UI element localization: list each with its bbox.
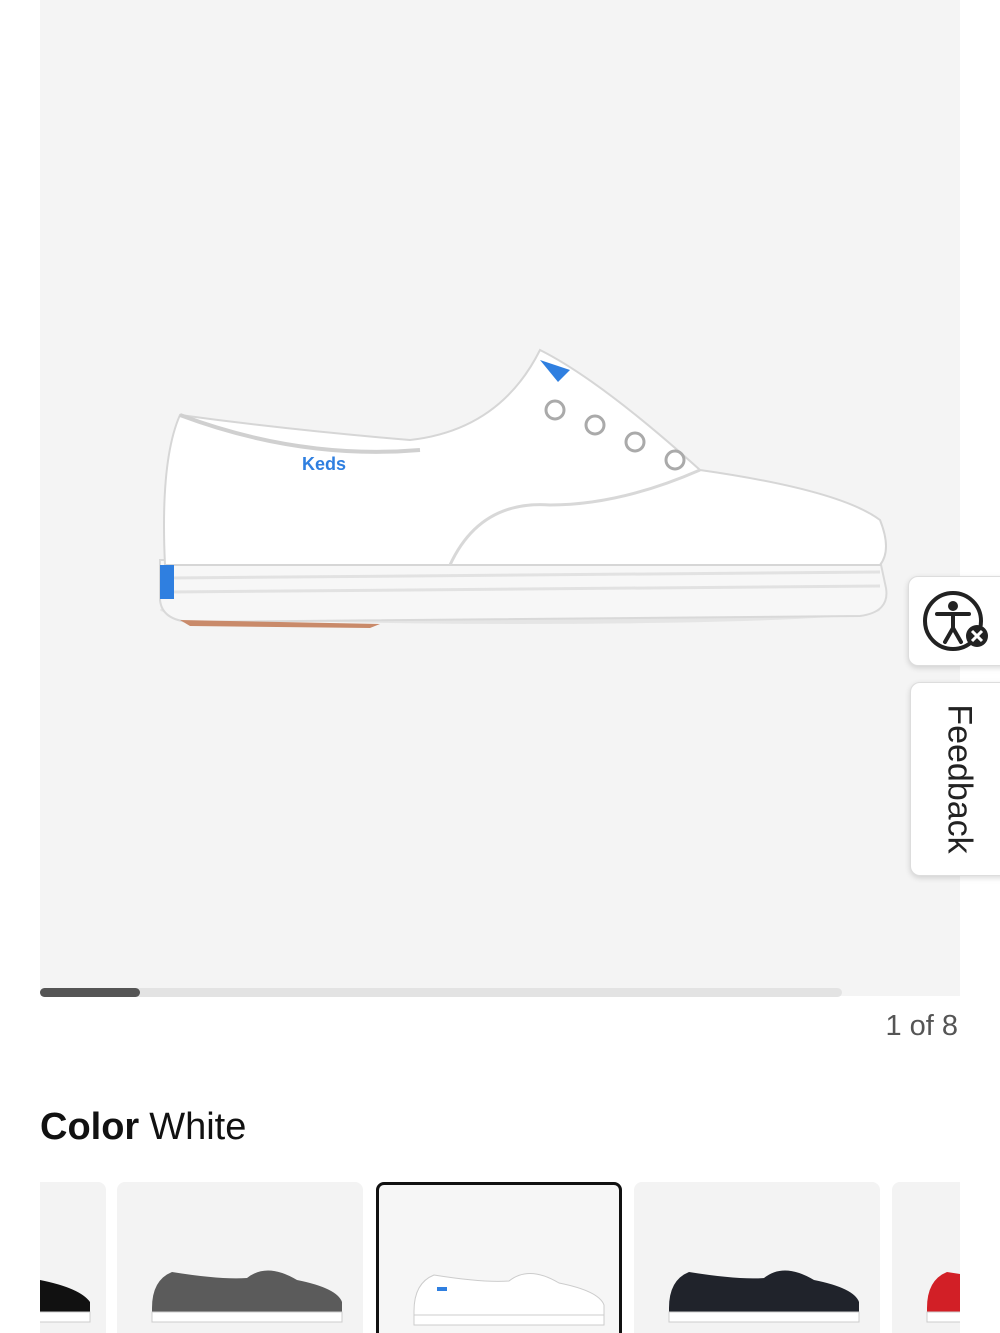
gallery-progress-bar [40,988,842,997]
feedback-label: Feedback [940,704,979,854]
swatch-shoe-gray [151,1270,343,1323]
gallery-progress-fill [40,988,141,997]
color-label: Color White [40,1106,246,1149]
swatch-shoe-white [413,1273,605,1326]
swatch-shoe-red [926,1272,960,1323]
swatch-shoe-black [40,1280,91,1323]
swatch-gray[interactable] [117,1182,363,1333]
selected-color-name: White [149,1106,247,1148]
color-label-key: Color [40,1106,140,1148]
feedback-tab[interactable]: Feedback [910,682,1000,876]
accessibility-icon [923,591,988,651]
image-counter: 1 of 8 [885,1010,958,1042]
swatch-black[interactable] [40,1182,106,1333]
brand-logo: Keds [302,454,346,474]
swatch-red[interactable] [892,1182,960,1333]
accessibility-button[interactable] [908,576,1000,666]
swatch-white[interactable] [376,1182,622,1333]
swatch-navy[interactable] [634,1182,880,1333]
product-image[interactable]: Keds [80,320,900,640]
product-image-gallery[interactable]: Keds [40,0,960,996]
color-swatch-carousel[interactable] [40,1182,960,1333]
swatch-shoe-navy [668,1270,860,1323]
